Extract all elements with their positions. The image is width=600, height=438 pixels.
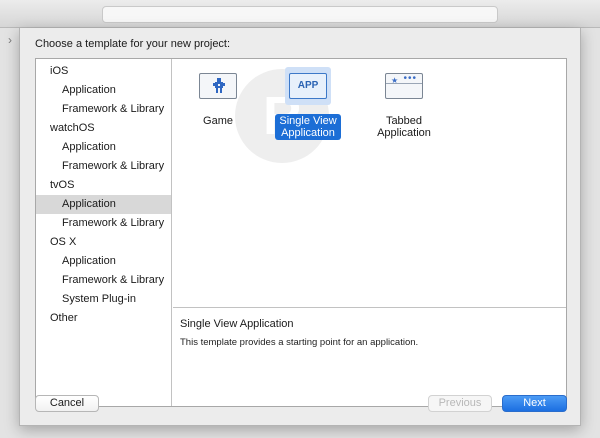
template-description: Single View Application This template pr…	[173, 307, 566, 406]
activity-viewer	[102, 6, 498, 23]
cancel-button[interactable]: Cancel	[35, 395, 99, 412]
template-chooser: iOS Application Framework & Library watc…	[35, 58, 567, 407]
app-icon: APP	[289, 73, 327, 99]
description-title: Single View Application	[180, 318, 294, 330]
next-button[interactable]: Next	[502, 395, 567, 412]
template-label-tabbed: Tabbed Application	[377, 115, 431, 139]
sidebar-item-ios-framework-library[interactable]: Framework & Library	[36, 100, 171, 119]
game-sprite-icon	[199, 73, 237, 99]
sidebar-item-other[interactable]: Other	[36, 309, 171, 328]
sidebar-item-ios[interactable]: iOS	[36, 62, 171, 81]
sidebar-item-watchos-framework-library[interactable]: Framework & Library	[36, 157, 171, 176]
sidebar-item-watchos[interactable]: watchOS	[36, 119, 171, 138]
sheet-title: Choose a template for your new project:	[35, 38, 231, 50]
xcode-toolbar	[0, 0, 600, 28]
sidebar-item-tvos-application[interactable]: Application	[36, 195, 171, 214]
sidebar-item-osx[interactable]: OS X	[36, 233, 171, 252]
template-single-view-application[interactable]: APP Single View Application	[263, 67, 353, 140]
sidebar-item-tvos[interactable]: tvOS	[36, 176, 171, 195]
previous-button[interactable]: Previous	[428, 395, 492, 412]
sidebar-item-watchos-application[interactable]: Application	[36, 138, 171, 157]
template-label-game: Game	[203, 115, 233, 127]
sidebar-item-osx-framework-library[interactable]: Framework & Library	[36, 271, 171, 290]
template-label-single-view: Single View Application	[275, 114, 341, 140]
sidebar-item-osx-application[interactable]: Application	[36, 252, 171, 271]
template-game[interactable]: Game	[173, 67, 263, 128]
description-text: This template provides a starting point …	[180, 337, 419, 348]
sidebar-item-tvos-framework-library[interactable]: Framework & Library	[36, 214, 171, 233]
template-grid: R Game	[173, 59, 566, 307]
tab-bar-icon: ★ •••	[385, 73, 423, 99]
chevron-left-icon: ›	[8, 33, 12, 47]
platform-sidebar: iOS Application Framework & Library watc…	[36, 59, 172, 406]
template-tabbed-application[interactable]: ★ ••• Tabbed Application	[359, 67, 449, 140]
new-project-sheet: Choose a template for your new project: …	[19, 28, 581, 426]
sidebar-item-osx-system-plugin[interactable]: System Plug-in	[36, 290, 171, 309]
sidebar-item-ios-application[interactable]: Application	[36, 81, 171, 100]
